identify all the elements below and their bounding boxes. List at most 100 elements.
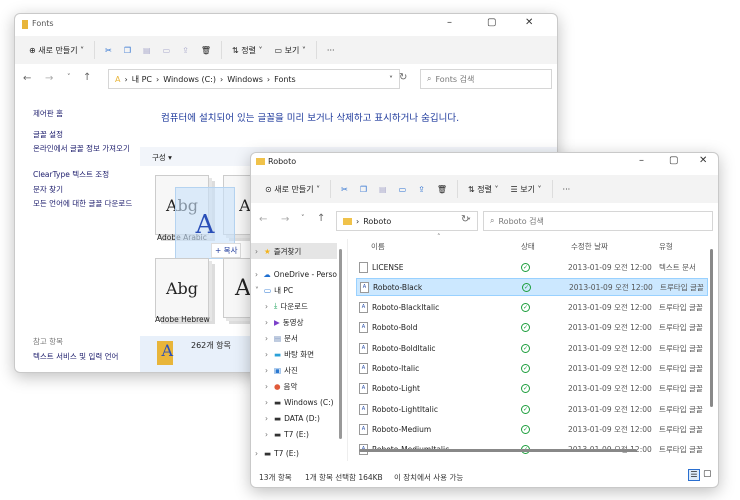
cut-icon[interactable]: ✂ [335, 179, 354, 199]
nav-item[interactable]: › ▬ DATA (D:) [251, 410, 337, 426]
forward-icon[interactable]: → [45, 73, 53, 84]
new-button[interactable]: ⊕ 새로 만들기 ˅ [23, 40, 90, 60]
font-file-icon: A [359, 363, 368, 374]
sort-button[interactable]: ⇅ 정렬 ˅ [462, 179, 505, 199]
minimize-button[interactable]: – [447, 17, 452, 28]
control-panel-home-link[interactable]: 제어판 홈 [33, 108, 63, 119]
file-row[interactable]: A Roboto-Light ✓ 2013-01-09 오전 12:00 트루타입 글꼴 [356, 380, 708, 398]
nav-item[interactable]: › ★ 즐겨찾기 [251, 243, 337, 259]
file-row[interactable]: A Roboto-BoldItalic ✓ 2013-01-09 오전 12:00 트루… [356, 339, 708, 357]
copy-icon[interactable]: ❐ [354, 179, 373, 199]
cleartype-link[interactable]: ClearType 텍스트 조정 [33, 169, 109, 180]
paste-icon[interactable]: ▤ [373, 179, 393, 199]
nav-item[interactable]: › ▶ 동영상 [251, 314, 337, 330]
chevron-right-icon[interactable]: › [265, 350, 274, 359]
breadcrumb-item[interactable]: Windows (C:) [163, 75, 216, 84]
chevron-down-icon[interactable]: ˅ [255, 286, 264, 295]
file-row[interactable]: A Roboto-BlackItalic ✓ 2013-01-09 오전 12:00 트… [356, 299, 708, 317]
up-icon[interactable]: ↑ [317, 213, 325, 224]
address-bar[interactable]: A › 내 PC › Windows (C:) › Windows › Fonts ˅ [108, 69, 400, 89]
nav-item[interactable]: › ☁ OneDrive - Perso [251, 266, 337, 282]
file-row[interactable]: A Roboto-Italic ✓ 2013-01-09 오전 12:00 트루타입 글… [356, 360, 708, 378]
cut-icon[interactable]: ✂ [99, 40, 118, 60]
breadcrumb-item[interactable]: Windows [227, 75, 263, 84]
rename-icon[interactable]: ▭ [393, 179, 413, 199]
vertical-scrollbar[interactable] [710, 249, 713, 407]
more-button[interactable]: ··· [321, 40, 341, 60]
share-icon[interactable]: ⇪ [176, 40, 195, 60]
chevron-right-icon[interactable]: › [265, 430, 274, 439]
column-header-type[interactable]: 유형 [659, 241, 673, 252]
chevron-down-icon[interactable]: ˅ [389, 75, 393, 84]
breadcrumb-item[interactable]: 내 PC [132, 74, 152, 85]
close-button[interactable]: ✕ [699, 155, 707, 166]
maximize-button[interactable]: ▢ [669, 155, 678, 166]
nav-item[interactable]: › ● 음악 [251, 378, 337, 394]
column-header-date[interactable]: 수정한 날짜 [571, 241, 608, 252]
chevron-right-icon[interactable]: › [255, 270, 263, 279]
download-all-fonts-link[interactable]: 모든 언어에 대한 글꼴 다운로드 [33, 198, 137, 209]
chevron-right-icon[interactable]: › [265, 382, 274, 391]
text-services-link[interactable]: 텍스트 서비스 및 입력 언어 [33, 351, 118, 362]
refresh-icon[interactable]: ↻ [461, 214, 469, 225]
nav-item[interactable]: › ▣ 사진 [251, 362, 337, 378]
find-character-link[interactable]: 문자 찾기 [33, 184, 63, 195]
file-row[interactable]: A Roboto-Black ✓ 2013-01-09 오전 12:00 트루타입 글꼴 [356, 278, 708, 297]
file-row[interactable]: A Roboto-Medium ✓ 2013-01-09 오전 12:00 트루타입 글… [356, 420, 708, 438]
forward-icon[interactable]: → [281, 214, 289, 225]
back-icon[interactable]: ← [259, 214, 267, 225]
column-header-status[interactable]: 상태 [521, 241, 535, 252]
refresh-icon[interactable]: ↻ [399, 72, 407, 83]
share-icon[interactable]: ⇪ [412, 179, 431, 199]
more-button[interactable]: ··· [557, 179, 577, 199]
recent-chevron-icon[interactable]: ˅ [67, 73, 71, 81]
new-button[interactable]: ⊙ 새로 만들기 ˅ [259, 179, 326, 199]
nav-item[interactable]: ˅ ▭ 내 PC [251, 282, 337, 298]
close-button[interactable]: ✕ [525, 17, 533, 28]
view-button[interactable]: ▭ 보기 ˅ [269, 40, 312, 60]
file-date: 2013-01-09 오전 12:00 [568, 424, 652, 434]
chevron-right-icon[interactable]: › [265, 414, 274, 423]
details-view-icon[interactable]: ☰ [688, 469, 700, 481]
nav-item[interactable]: › ▤ 문서 [251, 330, 337, 346]
nav-item[interactable]: › ▬ T7 (E:) [251, 445, 337, 461]
file-row[interactable]: LICENSE ✓ 2013-01-09 오전 12:00 텍스트 문서 [356, 258, 708, 276]
view-button[interactable]: ☰ 보기 ˅ [505, 179, 548, 199]
file-row[interactable]: A Roboto-Bold ✓ 2013-01-09 오전 12:00 트루타입 글꼴 [356, 319, 708, 337]
sort-button[interactable]: ⇅ 정렬 ˅ [226, 40, 269, 60]
delete-icon[interactable]: 🗑 [195, 40, 217, 60]
chevron-right-icon[interactable]: › [255, 247, 264, 256]
search-input[interactable]: ⌕ Roboto 검색 [483, 211, 713, 231]
horizontal-scrollbar[interactable] [359, 449, 637, 452]
copy-icon[interactable]: ❐ [118, 40, 137, 60]
chevron-right-icon[interactable]: › [265, 366, 274, 375]
file-row[interactable]: A Roboto-LightItalic ✓ 2013-01-09 오전 12:00 트… [356, 400, 708, 418]
nav-scrollbar[interactable] [339, 249, 342, 439]
chevron-right-icon[interactable]: › [265, 334, 274, 343]
font-settings-link[interactable]: 글꼴 설정 [33, 129, 63, 140]
breadcrumb-item[interactable]: Fonts [274, 75, 296, 84]
breadcrumb-item[interactable]: Roboto [363, 217, 391, 226]
up-icon[interactable]: ↑ [83, 72, 91, 83]
search-input[interactable]: ⌕ Fonts 검색 [420, 69, 552, 89]
chevron-right-icon[interactable]: › [265, 398, 274, 407]
chevron-right-icon[interactable]: › [265, 318, 274, 327]
nav-item[interactable]: › ▬ T7 (E:) [251, 426, 337, 442]
recent-chevron-icon[interactable]: ˅ [301, 214, 305, 222]
back-icon[interactable]: ← [23, 73, 31, 84]
chevron-right-icon[interactable]: › [255, 449, 264, 458]
chevron-right-icon[interactable]: › [265, 302, 274, 311]
maximize-button[interactable]: ▢ [487, 17, 496, 28]
address-bar[interactable]: › Roboto ˅ [336, 211, 478, 231]
large-icons-view-icon[interactable]: ▢ [703, 469, 712, 479]
delete-icon[interactable]: 🗑 [431, 179, 453, 199]
column-header-name[interactable]: 이름 [371, 241, 385, 252]
nav-item[interactable]: › ▬ 바탕 화면 [251, 346, 337, 362]
get-font-info-link[interactable]: 온라인에서 글꼴 정보 가져오기 [33, 143, 133, 154]
rename-icon[interactable]: ▭ [157, 40, 177, 60]
nav-item[interactable]: › ▬ Windows (C:) [251, 394, 337, 410]
paste-icon[interactable]: ▤ [137, 40, 157, 60]
font-item[interactable]: Abg [155, 258, 209, 318]
minimize-button[interactable]: – [639, 155, 644, 166]
nav-item[interactable]: › ⤓ 다운로드 [251, 298, 337, 314]
